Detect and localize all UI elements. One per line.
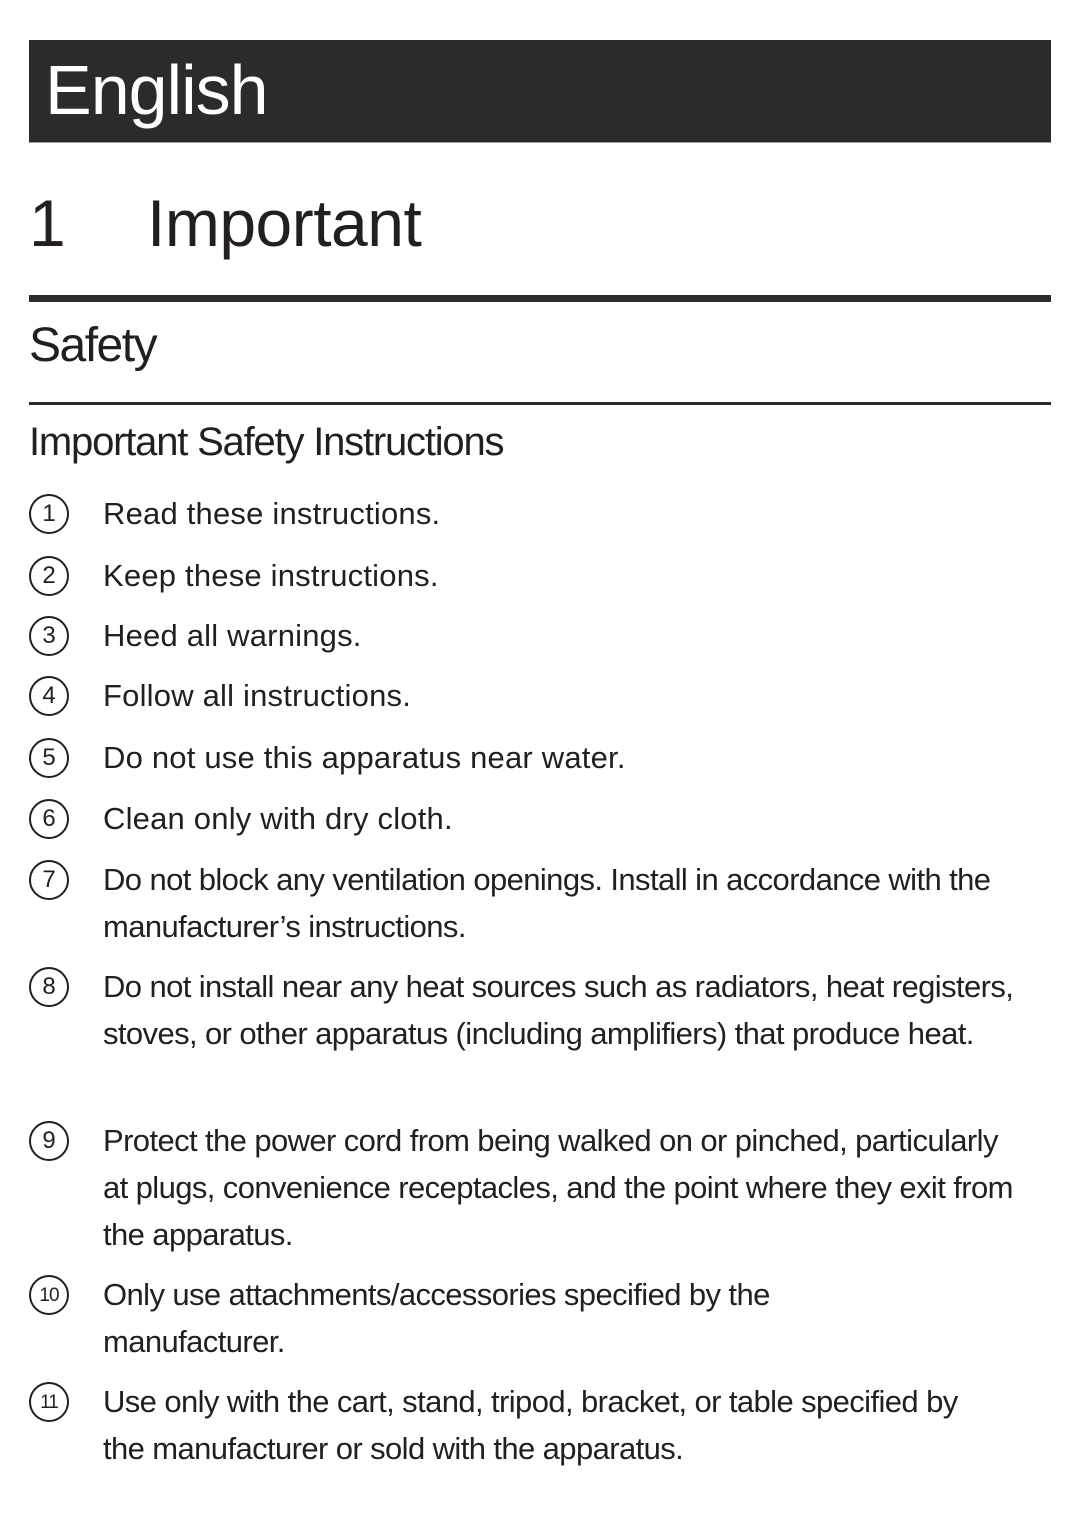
circled-number-4: 4 — [29, 676, 69, 716]
language-title: English — [45, 51, 269, 129]
circled-number-9: 9 — [29, 1121, 69, 1161]
circled-number-11: 11 — [29, 1382, 69, 1422]
chapter-number: 1 — [29, 186, 66, 260]
chapter-divider — [29, 295, 1051, 302]
language-header-bar: English — [29, 40, 1051, 143]
instruction-text: Use only with the cart, stand, tripod, b… — [103, 1384, 958, 1466]
instruction-text: Read these instructions. — [103, 496, 441, 531]
instruction-text: Protect the power cord from being walked… — [103, 1123, 1013, 1252]
circled-number-6: 6 — [29, 799, 69, 839]
circled-number-7: 7 — [29, 860, 69, 900]
subsection-title: Important Safety Instructions — [29, 420, 505, 464]
instruction-text: Do not use this apparatus near water. — [103, 740, 626, 775]
chapter-title: Important — [147, 186, 422, 260]
instruction-text: Only use attachments/accessories specifi… — [103, 1277, 770, 1359]
circled-number-1: 1 — [29, 494, 69, 534]
section-divider — [29, 402, 1051, 405]
circled-number-10: 10 — [29, 1275, 69, 1315]
circled-number-2: 2 — [29, 556, 69, 596]
instruction-text: Do not install near any heat sources suc… — [103, 969, 1014, 1051]
section-title: Safety — [29, 319, 158, 372]
instruction-text: Follow all instructions. — [103, 678, 412, 713]
instruction-text: Heed all warnings. — [103, 618, 362, 653]
instruction-text: Clean only with dry cloth. — [103, 801, 453, 836]
chapter-heading: 1 Important — [29, 178, 1051, 268]
instruction-text: Do not block any ventilation openings. I… — [103, 862, 991, 944]
instruction-text: Keep these instructions. — [103, 558, 439, 593]
circled-number-8: 8 — [29, 967, 69, 1007]
circled-number-5: 5 — [29, 738, 69, 778]
circled-number-3: 3 — [29, 616, 69, 656]
